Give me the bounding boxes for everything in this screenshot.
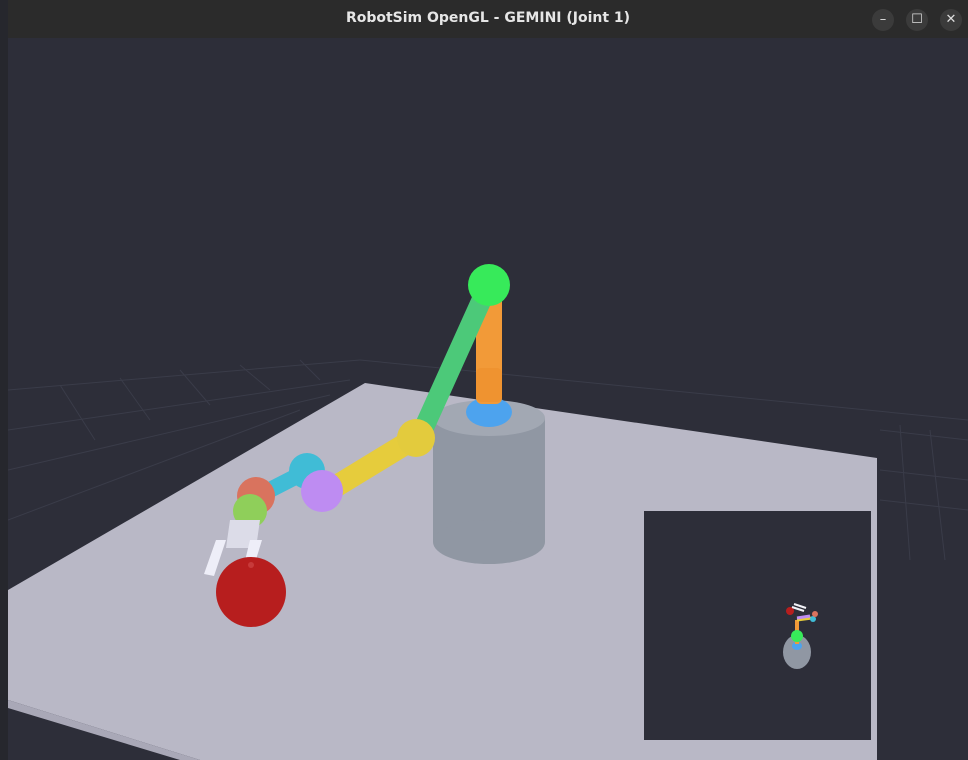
purple-joint: [301, 470, 343, 512]
robotsim-window: RobotSim OpenGL - GEMINI (Joint 1) – ☐ ✕: [0, 0, 968, 760]
desktop-edge: [0, 0, 8, 760]
upright-link-lower: [476, 368, 502, 402]
window-title: RobotSim OpenGL - GEMINI (Joint 1): [345, 10, 631, 26]
elbow-joint: [468, 264, 510, 306]
wrist-joint: [397, 419, 435, 457]
minimap-view: [644, 511, 871, 740]
target-ball-highlight: [248, 562, 254, 568]
title-bar[interactable]: RobotSim OpenGL - GEMINI (Joint 1) – ☐ ✕: [8, 0, 968, 39]
close-button[interactable]: ✕: [940, 9, 962, 31]
minimap-background: [644, 511, 871, 740]
maximize-button[interactable]: ☐: [906, 9, 928, 31]
minimize-button[interactable]: –: [872, 9, 894, 31]
